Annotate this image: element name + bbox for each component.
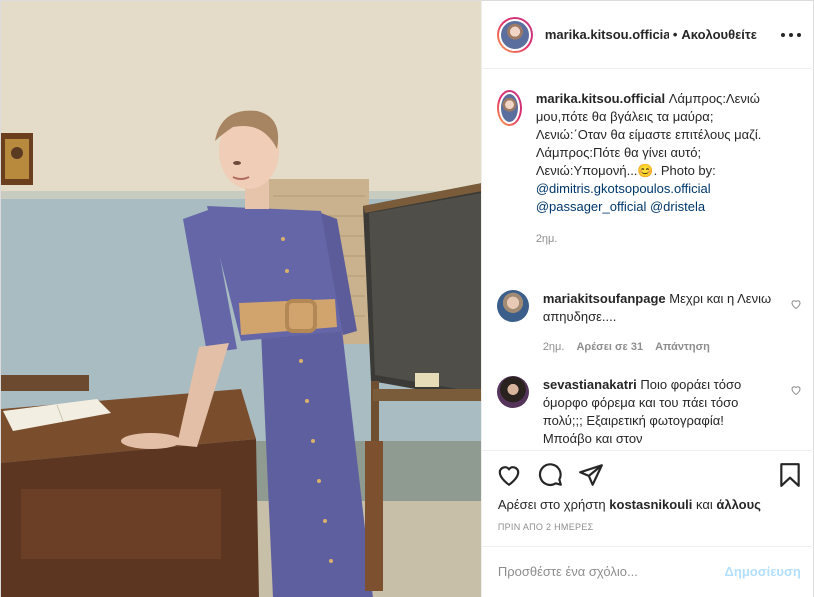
comment-username[interactable]: sevastianakatri [543,377,637,392]
comment-username[interactable]: mariakitsoufanpage [543,291,666,306]
header-username[interactable]: marika.kitsou.official [545,27,669,42]
avatar[interactable] [498,18,531,51]
caption-line-2: Λενιώ:΄Οταν θα είμαστε επιτέλους μαζί. [535,127,762,142]
caption-avatar-ring[interactable] [496,90,522,126]
following-button[interactable]: Ακολουθείτε [681,27,757,42]
likes-summary: Αρέσει στο χρήστη kostasnikouli και άλλο… [498,497,761,512]
comment-body: sevastianakatri Ποιο φοράει τόσο όμορφο … [543,376,765,448]
commenter-avatar[interactable] [496,376,529,408]
comment-like-icon[interactable] [790,384,802,396]
dot-icon [780,33,785,37]
classroom-photo [1,1,481,597]
smile-emoji: 😊 [637,163,654,178]
comment-like-icon[interactable] [790,298,802,310]
caption-line-3: Λάμπρος:Πότε θα γίνει αυτό; [535,145,702,160]
comment-item: mariakitsoufanpage Μεχρι και η Λενιω απη… [496,290,802,356]
reply-button[interactable]: Απάντηση [655,341,710,353]
dot-icon [788,33,793,37]
likes-and: και [695,497,713,512]
post-header: marika.kitsou.official • Ακολουθείτε [481,1,814,69]
comment-item: sevastianakatri Ποιο φοράει τόσο όμορφο … [496,376,802,448]
comment-input[interactable] [497,564,708,579]
post-comment-button[interactable]: Δημοσίευση [725,564,801,579]
instagram-post: marika.kitsou.official • Ακολουθείτε mar… [0,0,814,597]
caption-username[interactable]: marika.kitsou.official [536,91,665,106]
likes-others-link[interactable]: άλλους [716,497,761,512]
comment-time[interactable]: 2ημ. [543,341,565,353]
caption-photo-by: . Photo by: [653,163,716,178]
comment-meta: 2ημ. Αρέσει σε 31 Απάντηση [543,338,773,356]
caption-body: marika.kitsou.official Λάμπρος:Λενιώ μου… [536,90,802,248]
likes-user-link[interactable]: kostasnikouli [609,497,692,512]
post-actions: Αρέσει στο χρήστη kostasnikouli και άλλο… [481,450,814,597]
comment-body: mariakitsoufanpage Μεχρι και η Λενιω απη… [543,290,773,356]
post-timestamp[interactable]: ΠΡΙΝ ΑΠΟ 2 ΗΜΕΡΕΣ [498,522,594,532]
share-icon[interactable] [578,462,604,488]
caption-line-4: Λενιώ:Υπομονή... [535,163,638,178]
more-options-icon[interactable] [780,25,801,45]
caption-time[interactable]: 2ημ. [536,230,802,248]
post-side-panel: marika.kitsou.official • Ακολουθείτε mar… [480,1,814,597]
comment-likes[interactable]: Αρέσει σε 31 [576,341,643,353]
add-comment-bar: Δημοσίευση [481,546,814,597]
header-separator: • [672,27,678,42]
bookmark-icon[interactable] [777,462,803,488]
dot-icon [796,33,801,37]
comments-list[interactable]: marika.kitsou.official Λάμπρος:Λενιώ μου… [482,70,814,450]
comment-icon[interactable] [537,462,563,488]
mention-link-1[interactable]: @dimitris.gkotsopoulos.official [536,181,711,196]
caption-avatar[interactable] [498,92,520,124]
likes-prefix: Αρέσει στο χρήστη [497,497,606,512]
mention-link-2[interactable]: @passager_official [536,199,647,214]
mention-link-3[interactable]: @dristela [650,199,705,214]
commenter-avatar[interactable] [496,290,529,322]
heart-icon[interactable] [496,462,522,488]
story-ring[interactable] [496,16,533,53]
post-photo[interactable] [1,1,481,597]
caption: marika.kitsou.official Λάμπρος:Λενιώ μου… [496,90,802,248]
